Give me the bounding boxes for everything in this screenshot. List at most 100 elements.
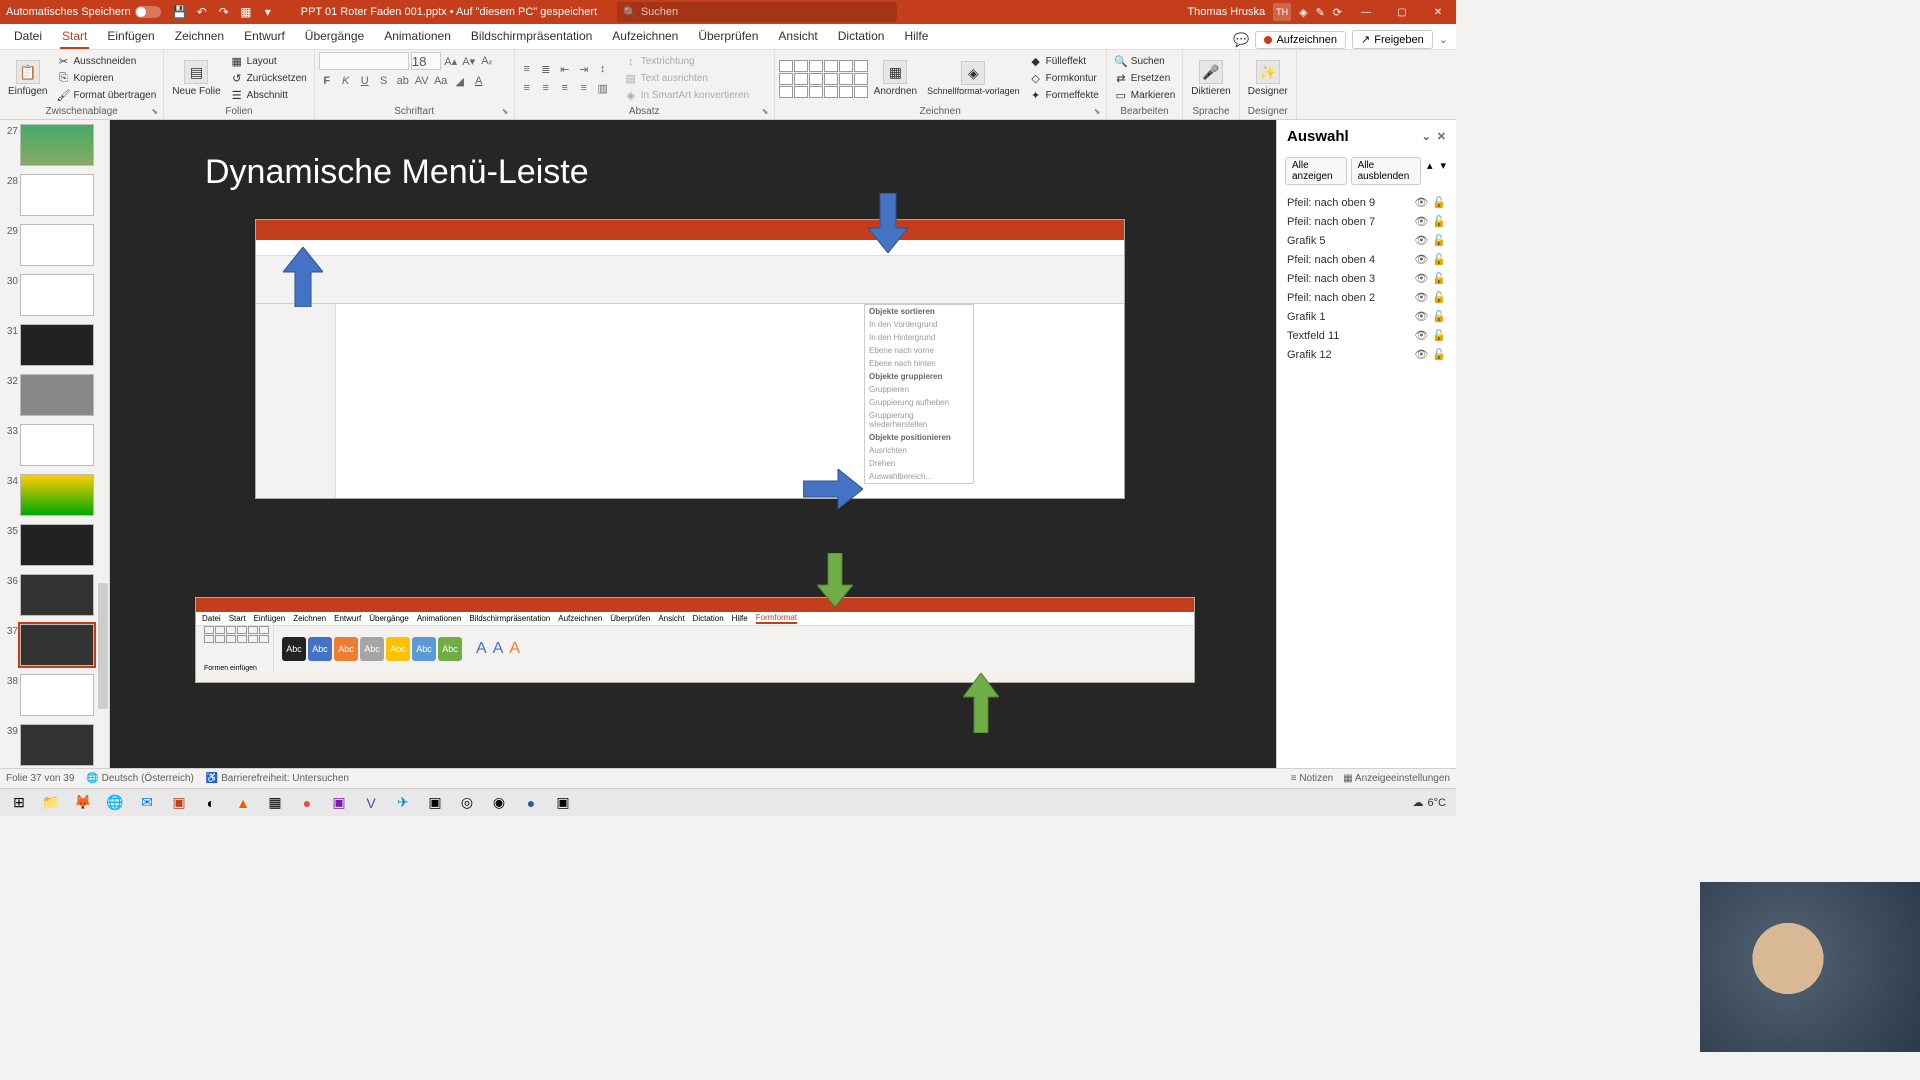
thumbnail-27[interactable]: 27 xyxy=(2,124,107,166)
tab-animationen[interactable]: Animationen xyxy=(374,25,461,49)
display-settings-button[interactable]: ▦ Anzeigeeinstellungen xyxy=(1343,773,1450,784)
copy-button[interactable]: ⎘Kopieren xyxy=(53,71,159,87)
blue-arrow-right[interactable] xyxy=(803,469,863,509)
underline-icon[interactable]: U xyxy=(357,73,373,89)
align-left-icon[interactable]: ≡ xyxy=(519,80,535,96)
thumbnail-34[interactable]: 34 xyxy=(2,474,107,516)
thumbnail-32[interactable]: 32 xyxy=(2,374,107,416)
eye-icon[interactable]: 👁 xyxy=(1414,310,1428,323)
from-beginning-icon[interactable]: ▦ xyxy=(237,3,255,21)
comments-icon[interactable]: 💬 xyxy=(1233,32,1249,48)
accessibility-checker[interactable]: ♿ Barrierefreiheit: Untersuchen xyxy=(206,773,349,784)
move-up-icon[interactable]: ▴ xyxy=(1425,157,1435,185)
reset-button[interactable]: ↺Zurücksetzen xyxy=(227,71,310,87)
shapes-gallery[interactable] xyxy=(779,60,868,98)
redo-icon[interactable]: ↷ xyxy=(215,3,233,21)
tab-datei[interactable]: Datei xyxy=(4,25,52,49)
save-icon[interactable]: 💾 xyxy=(171,3,189,21)
thumbnail-33[interactable]: 33 xyxy=(2,424,107,466)
pen-icon[interactable]: ✎ xyxy=(1316,6,1325,19)
lock-icon[interactable]: 🔓 xyxy=(1432,196,1446,209)
eye-icon[interactable]: 👁 xyxy=(1414,196,1428,209)
app-icon[interactable]: ◐ xyxy=(196,791,226,815)
designer-button[interactable]: ✨ Designer xyxy=(1244,58,1292,99)
thumbnail-35[interactable]: 35 xyxy=(2,524,107,566)
eye-icon[interactable]: 👁 xyxy=(1414,348,1428,361)
cut-button[interactable]: ✂Ausschneiden xyxy=(53,54,159,70)
paste-button[interactable]: 📋 Einfügen xyxy=(4,58,51,99)
undo-icon[interactable]: ↶ xyxy=(193,3,211,21)
increase-indent-icon[interactable]: ⇥ xyxy=(576,61,592,77)
file-explorer-icon[interactable]: 📁 xyxy=(36,791,66,815)
eye-icon[interactable]: 👁 xyxy=(1414,272,1428,285)
record-button[interactable]: Aufzeichnen xyxy=(1255,31,1346,49)
weather-widget[interactable]: ☁ 6°C xyxy=(1407,796,1452,809)
tab-entwurf[interactable]: Entwurf xyxy=(234,25,295,49)
thumbnail-30[interactable]: 30 xyxy=(2,274,107,316)
eye-icon[interactable]: 👁 xyxy=(1414,234,1428,247)
eye-icon[interactable]: 👁 xyxy=(1414,329,1428,342)
spacing-icon[interactable]: AV xyxy=(414,73,430,89)
bullets-icon[interactable]: ≡ xyxy=(519,61,535,77)
autosave-toggle[interactable]: Automatisches Speichern xyxy=(0,6,167,18)
bold-icon[interactable]: F xyxy=(319,73,335,89)
thumbnail-38[interactable]: 38 xyxy=(2,674,107,716)
show-all-button[interactable]: Alle anzeigen xyxy=(1285,157,1347,185)
app-icon-6[interactable]: ◉ xyxy=(484,791,514,815)
thumbnail-scrollbar[interactable] xyxy=(97,128,109,760)
lock-icon[interactable]: 🔓 xyxy=(1432,348,1446,361)
shape-effects-button[interactable]: ✦Formeffekte xyxy=(1026,88,1102,104)
drawing-launcher-icon[interactable]: ⬊ xyxy=(1094,107,1104,117)
dictate-button[interactable]: 🎤 Diktieren xyxy=(1187,58,1234,99)
selection-item[interactable]: Grafik 1👁🔓 xyxy=(1285,307,1448,326)
lock-icon[interactable]: 🔓 xyxy=(1432,234,1446,247)
font-size-combo[interactable] xyxy=(411,52,441,70)
share-button[interactable]: ↗Freigeben xyxy=(1352,30,1433,49)
powerpoint-icon[interactable]: ▣ xyxy=(164,791,194,815)
collapse-ribbon-icon[interactable]: ⌄ xyxy=(1439,33,1448,46)
customize-qat-icon[interactable]: ▾ xyxy=(259,3,277,21)
green-arrow-down[interactable] xyxy=(817,553,853,607)
user-avatar[interactable]: TH xyxy=(1273,3,1291,21)
hide-all-button[interactable]: Alle ausblenden xyxy=(1351,157,1421,185)
blue-arrow-down[interactable] xyxy=(868,193,908,253)
find-button[interactable]: 🔍Suchen xyxy=(1111,54,1178,70)
select-button[interactable]: ▭Markieren xyxy=(1111,88,1178,104)
paragraph-launcher-icon[interactable]: ⬊ xyxy=(762,107,772,117)
app-icon-8[interactable]: ▣ xyxy=(548,791,578,815)
selection-item[interactable]: Pfeil: nach oben 3👁🔓 xyxy=(1285,269,1448,288)
tab-einfuegen[interactable]: Einfügen xyxy=(97,25,164,49)
columns-icon[interactable]: ▥ xyxy=(595,80,611,96)
sync-icon[interactable]: ⟳ xyxy=(1333,6,1342,19)
replace-button[interactable]: ⇄Ersetzen xyxy=(1111,71,1178,87)
tab-dictation[interactable]: Dictation xyxy=(828,25,895,49)
strike-icon[interactable]: S xyxy=(376,73,392,89)
decrease-indent-icon[interactable]: ⇤ xyxy=(557,61,573,77)
selection-item[interactable]: Pfeil: nach oben 2👁🔓 xyxy=(1285,288,1448,307)
tab-uebergaenge[interactable]: Übergänge xyxy=(295,25,374,49)
eye-icon[interactable]: 👁 xyxy=(1414,215,1428,228)
notes-button[interactable]: ≡ Notizen xyxy=(1291,773,1334,784)
firefox-icon[interactable]: 🦊 xyxy=(68,791,98,815)
align-center-icon[interactable]: ≡ xyxy=(538,80,554,96)
decrease-font-icon[interactable]: A▾ xyxy=(461,53,477,69)
lock-icon[interactable]: 🔓 xyxy=(1432,310,1446,323)
close-button[interactable]: ✕ xyxy=(1420,0,1456,24)
lock-icon[interactable]: 🔓 xyxy=(1432,253,1446,266)
lock-icon[interactable]: 🔓 xyxy=(1432,272,1446,285)
selection-item[interactable]: Pfeil: nach oben 4👁🔓 xyxy=(1285,250,1448,269)
thumbnail-39[interactable]: 39 xyxy=(2,724,107,766)
selection-item[interactable]: Textfeld 11👁🔓 xyxy=(1285,326,1448,345)
tab-aufzeichnen[interactable]: Aufzeichnen xyxy=(602,25,688,49)
font-family-combo[interactable] xyxy=(319,52,409,70)
toggle-switch[interactable] xyxy=(135,6,161,18)
diamond-icon[interactable]: ◈ xyxy=(1299,6,1307,19)
quick-styles-button[interactable]: ◈ Schnellformat-vorlagen xyxy=(923,59,1024,98)
embedded-screenshot-1[interactable]: Objekte sortieren In den Vordergrund In … xyxy=(255,219,1125,499)
format-painter-button[interactable]: 🖌Format übertragen xyxy=(53,88,159,104)
shadow-icon[interactable]: ab xyxy=(395,73,411,89)
align-right-icon[interactable]: ≡ xyxy=(557,80,573,96)
slide-canvas[interactable]: Dynamische Menü-Leiste Objekte sortieren… xyxy=(173,139,1213,749)
arrange-button[interactable]: ▦ Anordnen xyxy=(870,58,921,99)
selection-item[interactable]: Pfeil: nach oben 7👁🔓 xyxy=(1285,212,1448,231)
